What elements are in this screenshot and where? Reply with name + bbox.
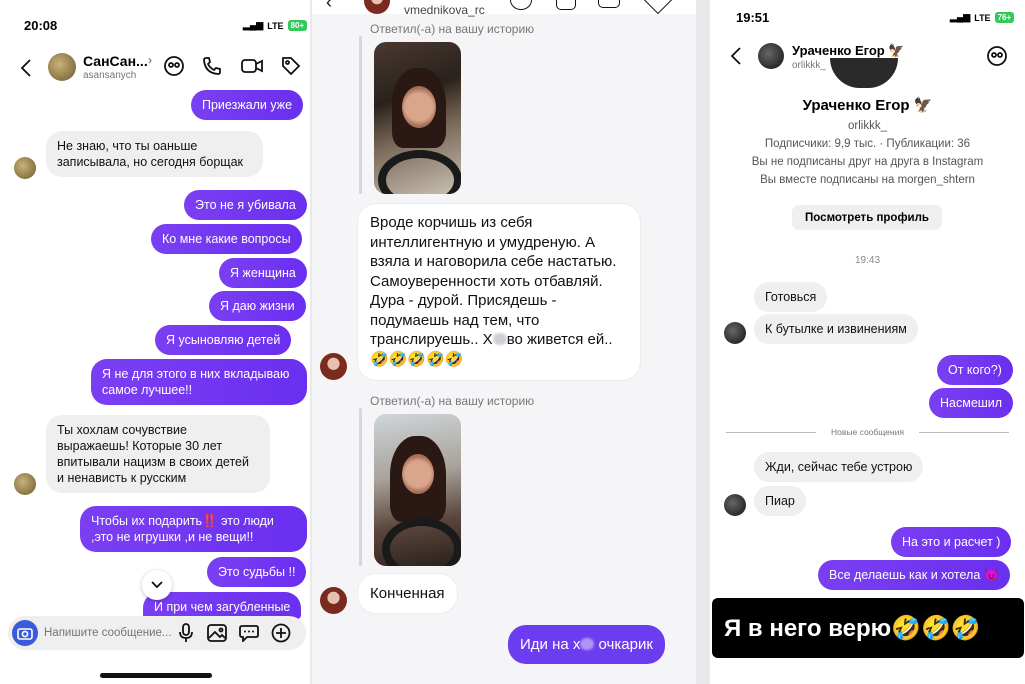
chat-panel-right: 19:51 ▂▄▆ LTE 76+ Ураченко Егор 🦅 orlikk… <box>710 0 1025 684</box>
contact-handle[interactable]: vmednikova_rc <box>404 3 485 17</box>
status-time: 19:51 <box>736 10 770 25</box>
message-bubble[interactable]: Я не для этого в них вкладываю самое луч… <box>91 359 307 405</box>
gallery-icon[interactable] <box>206 622 228 644</box>
video-call-icon[interactable] <box>240 54 264 78</box>
divider <box>919 432 1009 433</box>
microphone-icon[interactable] <box>176 622 196 644</box>
contact-handle: asansanych <box>83 70 137 81</box>
scroll-down-icon[interactable] <box>142 570 172 600</box>
status-indicators: ▂▄▆ LTE 76+ <box>950 12 1015 23</box>
message-text: Чтобы их подарить <box>91 514 203 528</box>
view-profile-button[interactable]: Посмотреть профиль <box>792 205 942 230</box>
chevron-right-icon: › <box>148 53 152 67</box>
follow-status: Вы не подписаны друг на друга в Instagra… <box>751 156 984 168</box>
message-bubble[interactable]: Пиар <box>754 486 806 516</box>
chat-bubble-icon[interactable] <box>238 622 260 644</box>
message-bubble[interactable]: Я даю жизни <box>209 291 306 321</box>
camera-icon[interactable] <box>12 620 38 646</box>
avatar <box>724 494 746 516</box>
back-icon[interactable] <box>14 56 38 80</box>
network-label: LTE <box>974 12 991 23</box>
message-bubble[interactable]: Я усыновляю детей <box>155 325 292 355</box>
back-icon[interactable] <box>726 44 746 68</box>
avatar <box>320 587 347 614</box>
battery-badge: 76+ <box>994 12 1015 23</box>
double-exclamation-emoji: ‼️ <box>202 514 218 528</box>
profile-name: Ураченко Егор 🦅 <box>802 97 933 114</box>
timestamp: 19:43 <box>854 255 881 266</box>
caption-overlay: Я в него верю🤣🤣🤣 <box>712 598 1024 658</box>
message-input[interactable] <box>44 622 172 644</box>
message-bubble[interactable]: Ты хохлам сочувствие выражаешь! Которые … <box>46 415 270 493</box>
contact-name[interactable]: Ураченко Егор 🦅 <box>792 43 905 59</box>
profile-avatar[interactable] <box>830 58 898 88</box>
tag-icon[interactable] <box>279 54 303 78</box>
message-bubble[interactable]: Все делаешь как и хотела 😈 <box>818 560 1011 590</box>
avatar <box>14 157 36 179</box>
message-bubble[interactable]: Чтобы их подарить‼️ это люди ,это не игр… <box>80 506 307 552</box>
signal-icon: ▂▄▆ <box>243 20 264 30</box>
message-text: Иди на х <box>520 636 581 653</box>
quote-bar <box>359 36 362 194</box>
message-bubble[interactable]: Это не я убивала <box>184 190 307 220</box>
avatar[interactable] <box>48 53 76 81</box>
story-thumbnail[interactable] <box>374 42 461 194</box>
message-bubble[interactable]: На это и расчет ) <box>891 527 1012 557</box>
censored-blur <box>580 638 595 650</box>
home-indicator <box>100 673 212 678</box>
message-bubble[interactable]: Конченная <box>358 574 457 613</box>
message-text: очкарик <box>598 636 653 653</box>
profile-stats: Подписчики: 9,9 тыс. · Публикации: 36 <box>764 138 971 150</box>
phone-icon[interactable] <box>200 54 224 78</box>
message-text: Вроде корчишь из себя интеллигентную и у… <box>370 214 617 348</box>
chat-panel-middle: ‹ vmednikova_rc Ответил(-а) на вашу исто… <box>312 0 696 684</box>
message-bubble[interactable]: Готовься <box>754 282 828 312</box>
message-bubble[interactable]: Не знаю, что ты оаньше записывала, но се… <box>46 131 263 177</box>
battery-badge: 80+ <box>287 20 308 31</box>
avatar <box>724 322 746 344</box>
story-reply-label: Ответил(-а) на вашу историю <box>370 22 535 36</box>
message-bubble[interactable]: Жди, сейчас тебе устрою <box>754 452 924 482</box>
message-bubble[interactable]: Ко мне какие вопросы <box>151 224 302 254</box>
contact-name[interactable]: СанСан... <box>83 53 148 69</box>
add-icon[interactable] <box>270 622 292 644</box>
censored-blur <box>492 333 507 345</box>
back-icon[interactable]: ‹ <box>326 0 332 13</box>
avatar <box>320 353 347 380</box>
message-bubble[interactable]: Это судьбы !! <box>207 557 307 587</box>
phone-icon[interactable] <box>556 0 576 10</box>
status-indicators: ▂▄▆ LTE 80+ <box>243 20 308 31</box>
message-bubble[interactable]: Приезжали уже <box>191 90 304 120</box>
message-bubble[interactable]: Я женщина <box>219 258 307 288</box>
effects-icon[interactable] <box>985 44 1009 68</box>
contact-handle: orlikkk_ <box>792 60 826 71</box>
message-bubble[interactable]: К бутылке и извинениям <box>754 314 918 344</box>
profile-handle: orlikkk_ <box>848 120 887 132</box>
message-bubble[interactable]: Иди на х очкарик <box>508 625 665 664</box>
status-time: 20:08 <box>24 18 58 33</box>
mutual-follow: Вы вместе подписаны на morgen_shtern <box>760 174 975 186</box>
video-call-icon[interactable] <box>598 0 620 8</box>
message-bubble[interactable]: Вроде корчишь из себя интеллигентную и у… <box>358 204 640 380</box>
quote-bar <box>359 408 362 566</box>
network-label: LTE <box>267 20 284 31</box>
avatar <box>14 473 36 495</box>
effects-icon[interactable] <box>162 54 186 78</box>
signal-icon: ▂▄▆ <box>950 12 971 22</box>
message-bubble[interactable]: От кого?) <box>937 355 1013 385</box>
story-thumbnail[interactable] <box>374 414 461 566</box>
avatar[interactable] <box>758 43 784 69</box>
story-reply-label: Ответил(-а) на вашу историю <box>370 394 535 408</box>
chat-panel-left: 20:08 ▂▄▆ LTE 80+ СанСан... › asansanych… <box>0 0 310 684</box>
message-bubble[interactable]: Насмешил <box>929 388 1014 418</box>
